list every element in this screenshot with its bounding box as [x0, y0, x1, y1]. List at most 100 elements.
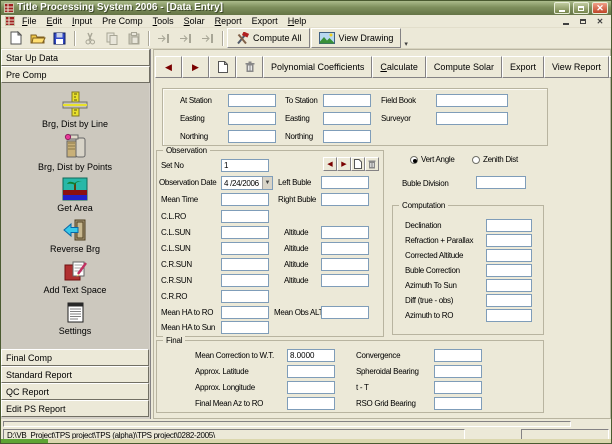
sidebar-item-reverse-brg[interactable]: Reverse Brg	[50, 217, 100, 254]
vert-angle-radio[interactable]: Vert Angle	[410, 155, 455, 164]
sidebar-item-add-text-space[interactable]: Add Text Space	[44, 258, 106, 295]
menu-export[interactable]: Export	[247, 16, 283, 26]
to-northing-input[interactable]	[323, 130, 371, 143]
mdi-restore-button[interactable]	[577, 16, 589, 26]
buble-division-input[interactable]	[476, 176, 526, 189]
to-station-input[interactable]	[323, 94, 371, 107]
declination-input[interactable]	[486, 219, 532, 232]
diff-true-obs-input[interactable]	[486, 294, 532, 307]
previous-set-button[interactable]: ◀	[323, 157, 337, 171]
set-no-input[interactable]	[221, 159, 269, 172]
cr-sun-2-input[interactable]	[221, 274, 269, 287]
copy-button[interactable]	[101, 29, 122, 48]
insert-before-button[interactable]	[153, 29, 174, 48]
mdi-minimize-button[interactable]	[560, 16, 572, 26]
close-button[interactable]: ✕	[592, 2, 608, 14]
azimuth-to-sun-input[interactable]	[486, 279, 532, 292]
sidebar-item-brg-dist-by-line[interactable]: Brg, Dist by Line	[42, 90, 108, 129]
toolbar-overflow-chevron[interactable]: ▾	[404, 40, 408, 48]
polynomial-coefficients-button[interactable]: Polynomial Coefficients	[263, 56, 373, 78]
mean-time-input[interactable]	[221, 193, 269, 206]
surveyor-input[interactable]	[436, 112, 508, 125]
delete-record-button[interactable]	[236, 56, 263, 78]
sidebar-tab-edit-ps-report[interactable]: Edit PS Report	[1, 400, 149, 417]
menu-pre-comp[interactable]: Pre Comp	[97, 16, 148, 26]
mean-ha-to-sun-input[interactable]	[221, 321, 269, 334]
paste-button[interactable]	[123, 29, 144, 48]
chevron-down-icon[interactable]: ▼	[262, 177, 272, 189]
menu-tools[interactable]: Tools	[148, 16, 179, 26]
cl-ro-input[interactable]	[221, 210, 269, 223]
view-report-button[interactable]: View Report	[543, 56, 609, 78]
menu-input[interactable]: Input	[67, 16, 97, 26]
restore-button[interactable]	[573, 2, 589, 14]
menu-file[interactable]: File	[17, 16, 42, 26]
right-buble-input[interactable]	[321, 193, 369, 206]
altitude-1-input[interactable]	[321, 226, 369, 239]
corrected-altitude-input[interactable]	[486, 249, 532, 262]
cr-ro-input[interactable]	[221, 290, 269, 303]
azimuth-to-ro-input[interactable]	[486, 309, 532, 322]
convergence-input[interactable]	[434, 349, 482, 362]
rso-grid-bearing-input[interactable]	[434, 397, 482, 410]
field-book-input[interactable]	[436, 94, 508, 107]
mean-obs-alt-input[interactable]	[321, 306, 369, 319]
at-easting-input[interactable]	[228, 112, 276, 125]
next-set-button[interactable]: ▶	[337, 157, 351, 171]
buble-correction-input[interactable]	[486, 264, 532, 277]
altitude-3-input[interactable]	[321, 258, 369, 271]
next-record-button[interactable]: ▶	[182, 56, 209, 78]
t-minus-t-input[interactable]	[434, 381, 482, 394]
at-northing-input[interactable]	[228, 130, 276, 143]
final-mean-az-input[interactable]	[287, 397, 335, 410]
delete-set-button[interactable]	[365, 157, 379, 171]
sidebar-tab-standard-report[interactable]: Standard Report	[1, 366, 149, 383]
cut-button[interactable]	[79, 29, 100, 48]
set-no-label: Set No	[161, 161, 184, 170]
refraction-parallax-input[interactable]	[486, 234, 532, 247]
to-easting-input[interactable]	[323, 112, 371, 125]
approx-longitude-input[interactable]	[287, 381, 335, 394]
cr-sun-1-input[interactable]	[221, 258, 269, 271]
sidebar-item-brg-dist-by-points[interactable]: Brg, Dist by Points	[38, 133, 112, 172]
cl-sun-2-input[interactable]	[221, 242, 269, 255]
cl-sun-1-input[interactable]	[221, 226, 269, 239]
spheroidal-bearing-input[interactable]	[434, 365, 482, 378]
mdi-close-button[interactable]: ✕	[594, 16, 606, 26]
start-button-sliver[interactable]	[1, 439, 48, 443]
sidebar-item-settings[interactable]: Settings	[59, 299, 91, 336]
menu-report[interactable]: Report	[210, 16, 247, 26]
insert-end-button[interactable]	[197, 29, 218, 48]
sidebar-item-get-area[interactable]: Get Area	[57, 176, 93, 213]
mean-ha-to-ro-input[interactable]	[221, 306, 269, 319]
minimize-button[interactable]	[554, 2, 570, 14]
save-button[interactable]	[49, 29, 70, 48]
compute-solar-button[interactable]: Compute Solar	[425, 56, 502, 78]
new-set-button[interactable]	[351, 157, 365, 171]
observation-date-combo[interactable]: 4 /24/2006 ▼	[221, 176, 273, 190]
mean-correction-wt-input[interactable]	[287, 349, 335, 362]
export-button[interactable]: Export	[501, 56, 544, 78]
approx-latitude-input[interactable]	[287, 365, 335, 378]
open-file-button[interactable]	[27, 29, 48, 48]
compute-all-button[interactable]: Compute All	[227, 28, 310, 48]
sidebar-tab-star-up-data[interactable]: Star Up Data	[1, 49, 150, 66]
insert-after-button[interactable]	[175, 29, 196, 48]
menu-solar[interactable]: Solar	[179, 16, 210, 26]
calculate-button[interactable]: Calculate	[372, 56, 426, 78]
sidebar-tab-pre-comp[interactable]: Pre Comp	[1, 66, 150, 83]
new-file-button[interactable]	[5, 29, 26, 48]
view-drawing-button[interactable]: View Drawing	[310, 28, 402, 48]
menu-help[interactable]: Help	[283, 16, 312, 26]
at-station-input[interactable]	[228, 94, 276, 107]
menu-edit[interactable]: Edit	[42, 16, 68, 26]
sidebar-tab-final-comp[interactable]: Final Comp	[1, 349, 149, 366]
previous-record-button[interactable]: ◀	[155, 56, 182, 78]
left-buble-input[interactable]	[321, 176, 369, 189]
new-record-button[interactable]	[209, 56, 236, 78]
to-station-label: To Station	[285, 96, 318, 105]
zenith-dist-radio[interactable]: Zenith Dist	[472, 155, 518, 164]
altitude-2-input[interactable]	[321, 242, 369, 255]
sidebar-tab-qc-report[interactable]: QC Report	[1, 383, 149, 400]
altitude-4-input[interactable]	[321, 274, 369, 287]
